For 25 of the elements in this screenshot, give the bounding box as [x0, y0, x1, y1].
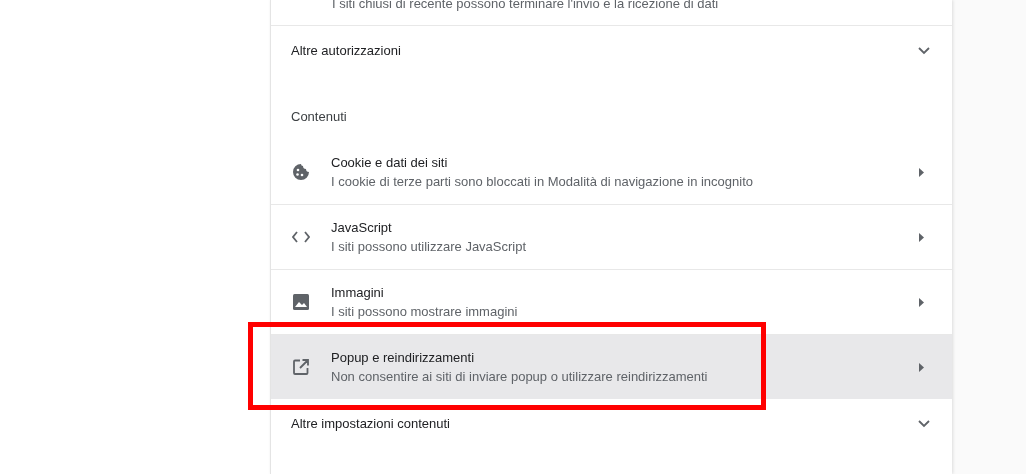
- external-link-icon: [293, 359, 309, 375]
- row-subtitle: I siti possono utilizzare JavaScript: [331, 238, 528, 255]
- image-icon: [293, 294, 309, 310]
- settings-row[interactable]: Immagini I siti possono mostrare immagini: [271, 269, 952, 334]
- settings-row[interactable]: JavaScript I siti possono utilizzare JavaScript: [271, 204, 952, 269]
- settings-row[interactable]: Popup e reindirizzamenti Non consentire ai siti di inviare popup o utilizzare reindirizzamenti: [271, 334, 952, 399]
- row-title: JavaScript: [331, 219, 393, 235]
- row-subtitle: I cookie di terze parti sono bloccati in Modalità di navigazione in incognito: [331, 173, 755, 190]
- arrow-icon: [919, 297, 924, 307]
- row-subtitle: Non consentire ai siti di inviare popup o utilizzare reindirizzamenti: [331, 368, 709, 385]
- settings-row[interactable]: Cookie e dati dei siti I cookie di terze parti sono bloccati in Modalità di navigazione in incognito: [271, 140, 952, 204]
- code-icon: [292, 231, 310, 243]
- arrow-icon: [919, 232, 924, 242]
- section-heading: Contenuti: [291, 109, 347, 124]
- chevron-icon: [918, 419, 930, 428]
- arrow-icon: [919, 362, 924, 372]
- chevron-icon: [918, 46, 930, 55]
- row-subtitle: I siti possono mostrare immagini: [331, 303, 519, 320]
- cookie-icon: [292, 163, 310, 181]
- expand-row[interactable]: Altre impostazioni contenuti: [271, 399, 952, 448]
- row-title: Popup e reindirizzamenti: [331, 349, 476, 365]
- arrow-icon: [919, 167, 924, 177]
- row-title: Cookie e dati dei siti: [331, 154, 449, 170]
- row-title: Immagini: [331, 284, 385, 300]
- expand-row[interactable]: Altre autorizzazioni: [271, 26, 952, 75]
